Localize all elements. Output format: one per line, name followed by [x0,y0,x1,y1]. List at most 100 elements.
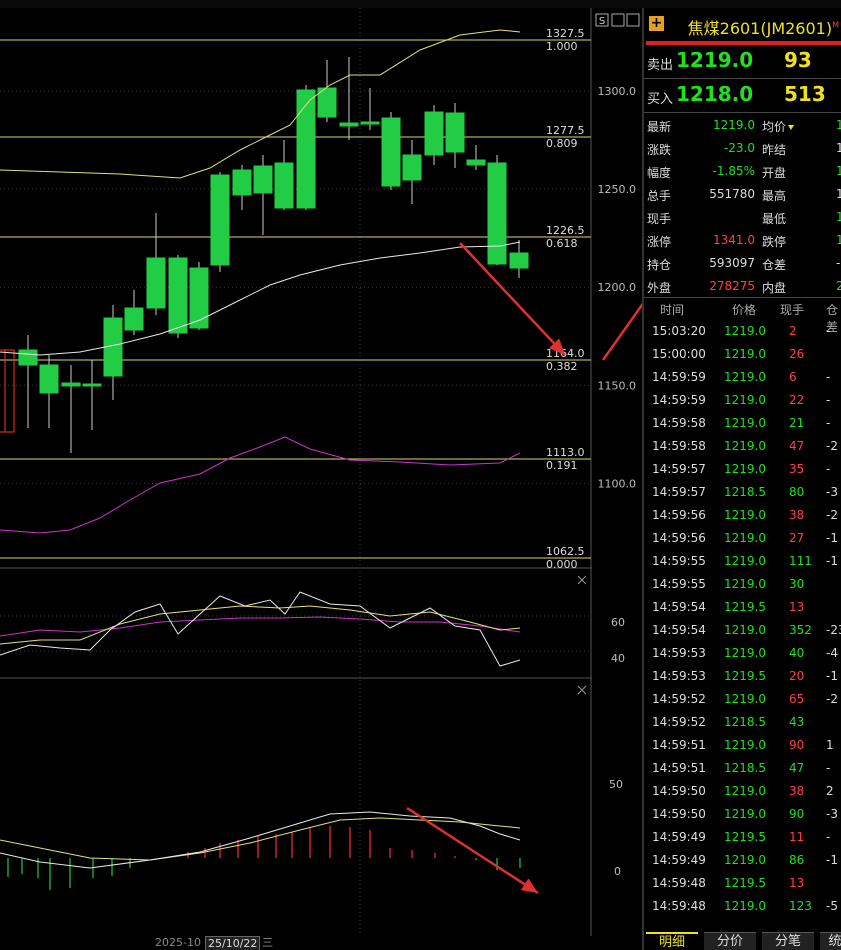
price-axis-label: 1150.0 [598,379,637,392]
tick-price: 1219.0 [724,416,766,430]
tab-detail[interactable]: 明细 [646,932,698,950]
tick-price: 1219.0 [724,784,766,798]
tick-row[interactable]: 14:59:54 1219.0 352 -23 [644,619,841,642]
quote-label: 涨停 [647,235,672,249]
tick-oi-change: - [826,324,831,338]
tick-price: 1218.5 [724,761,766,775]
tick-price: 1219.0 [724,807,766,821]
middle-band-line [0,241,521,356]
candle-body [168,257,188,334]
quote-label: 持仓 [647,258,672,272]
tick-row[interactable]: 14:59:53 1219.0 40 -4 [644,642,841,665]
tick-row[interactable]: 14:59:57 1219.0 35 - [644,458,841,481]
quote-label-text: 跌停 [762,235,787,249]
tick-volume: 30 [789,577,805,591]
quote-value: 1 [836,118,841,132]
tick-volume: 6 [789,370,797,384]
tick-row[interactable]: 14:59:55 1219.0 111 -1 [644,550,841,573]
tick-oi-change: 1 [826,738,834,752]
tick-time: 14:59:51 [652,761,706,775]
tick-volume: 40 [789,646,805,660]
tick-row[interactable]: 14:59:48 1219.5 13 [644,872,841,895]
tick-row[interactable]: 14:59:51 1218.5 47 - [644,757,841,780]
tick-oi-change: -5 [826,899,838,913]
fib-price-label: 1277.5 [546,124,585,137]
tick-row[interactable]: 14:59:51 1219.0 90 1 [644,734,841,757]
tick-row[interactable]: 14:59:55 1219.0 30 [644,573,841,596]
bid-row[interactable]: 买入 1218.0 513 [644,80,841,112]
add-icon[interactable]: + [649,16,664,31]
tick-time: 14:59:58 [652,416,706,430]
kline-chart-area[interactable]: 1300.0 1250.0 1200.0 1150.0 1100.0 1327.5 1.00… [0,8,642,938]
tick-row[interactable]: 14:59:52 1219.0 65 -2 [644,688,841,711]
quote-label: 开盘 [762,164,786,181]
quote-label-text: 最高 [762,189,787,203]
tick-time: 14:59:57 [652,485,706,499]
col-time: 时间 [660,303,685,317]
kdj-j-line [0,616,521,637]
tab-price-dist[interactable]: 分价 [704,932,756,950]
candle-body [509,252,529,269]
tick-row[interactable]: 14:59:58 1219.0 21 - [644,412,841,435]
quote-label: 总手 [647,189,672,203]
tick-oi-change: -1 [826,669,838,683]
tick-volume: 27 [789,531,805,545]
quote-value: 1 [836,164,841,178]
tick-row[interactable]: 14:59:59 1219.0 6 - [644,366,841,389]
tick-time: 14:59:55 [652,554,706,568]
tick-row[interactable]: 14:59:56 1219.0 38 -2 [644,504,841,527]
tick-row[interactable]: 15:03:20 1219.0 2 - [644,320,841,343]
tick-price: 1219.0 [724,324,766,338]
tick-oi-change: -2 [826,692,838,706]
tick-row[interactable]: 14:59:48 1219.0 123 -5 [644,895,841,918]
tick-row[interactable]: 14:59:56 1219.0 27 -1 [644,527,841,550]
price-axis-label: 1250.0 [598,183,637,196]
price-axis-label: 1100.0 [598,477,637,490]
quote-row: 总手 551780 最高 1 [644,183,841,206]
quote-value: -3 [836,256,841,270]
quote-row: 涨跌 -23.0 昨结 1 [644,137,841,160]
quote-value: 1 [836,187,841,201]
tick-time: 14:59:48 [652,899,706,913]
tick-row[interactable]: 15:00:00 1219.0 26 [644,343,841,366]
bid-price: 1218.0 [676,82,754,106]
tick-row[interactable]: 14:59:59 1219.0 22 - [644,389,841,412]
tab-trades[interactable]: 分笔 [762,932,814,950]
quote-panel: + 焦煤2601(JM2601)M 卖出 1219.0 93 买入 1218.0… [642,8,841,950]
fib-ratio-label: 0.382 [546,360,578,373]
dropdown-arrow-icon[interactable] [788,125,795,130]
candle-body [445,112,465,153]
tick-price: 1219.5 [724,830,766,844]
quote-row: 最新 1219.0 均价 1 [644,114,841,137]
candle-body [274,162,294,209]
tab-stats[interactable]: 统 [820,932,841,950]
kline-chart-svg[interactable]: 1300.0 1250.0 1200.0 1150.0 1100.0 1327.51.00… [0,8,642,938]
tick-row[interactable]: 14:59:53 1219.5 20 -1 [644,665,841,688]
menu-icon[interactable]: 三 [262,936,273,950]
tick-row[interactable]: 14:59:57 1218.5 80 -3 [644,481,841,504]
candle-body [466,159,486,166]
top-toolbar [0,0,841,8]
tick-time: 14:59:57 [652,462,706,476]
tick-time: 14:59:50 [652,784,706,798]
tick-volume: 22 [789,393,805,407]
tick-row[interactable]: 14:59:49 1219.5 11 - [644,826,841,849]
divider [644,297,841,298]
tick-row[interactable]: 14:59:54 1219.5 13 [644,596,841,619]
ask-row[interactable]: 卖出 1219.0 93 [644,46,841,78]
tick-time: 14:59:49 [652,830,706,844]
tick-volume: 123 [789,899,812,913]
tick-row[interactable]: 14:59:52 1218.5 43 [644,711,841,734]
quote-value: 1 [836,233,841,247]
tick-time: 14:59:59 [652,370,706,384]
tick-volume: 38 [789,508,805,522]
crosshair-date-box: 25/10/22 [205,936,261,950]
quote-value: 551780 [709,187,755,201]
tick-row[interactable]: 14:59:58 1219.0 47 -2 [644,435,841,458]
tick-row[interactable]: 14:59:50 1219.0 38 2 [644,780,841,803]
macd-dea-line [0,817,521,861]
tick-row[interactable]: 14:59:49 1219.0 86 -1 [644,849,841,872]
tick-volume: 11 [789,830,805,844]
tick-row[interactable]: 14:59:50 1219.0 90 -3 [644,803,841,826]
tick-volume: 43 [789,715,805,729]
